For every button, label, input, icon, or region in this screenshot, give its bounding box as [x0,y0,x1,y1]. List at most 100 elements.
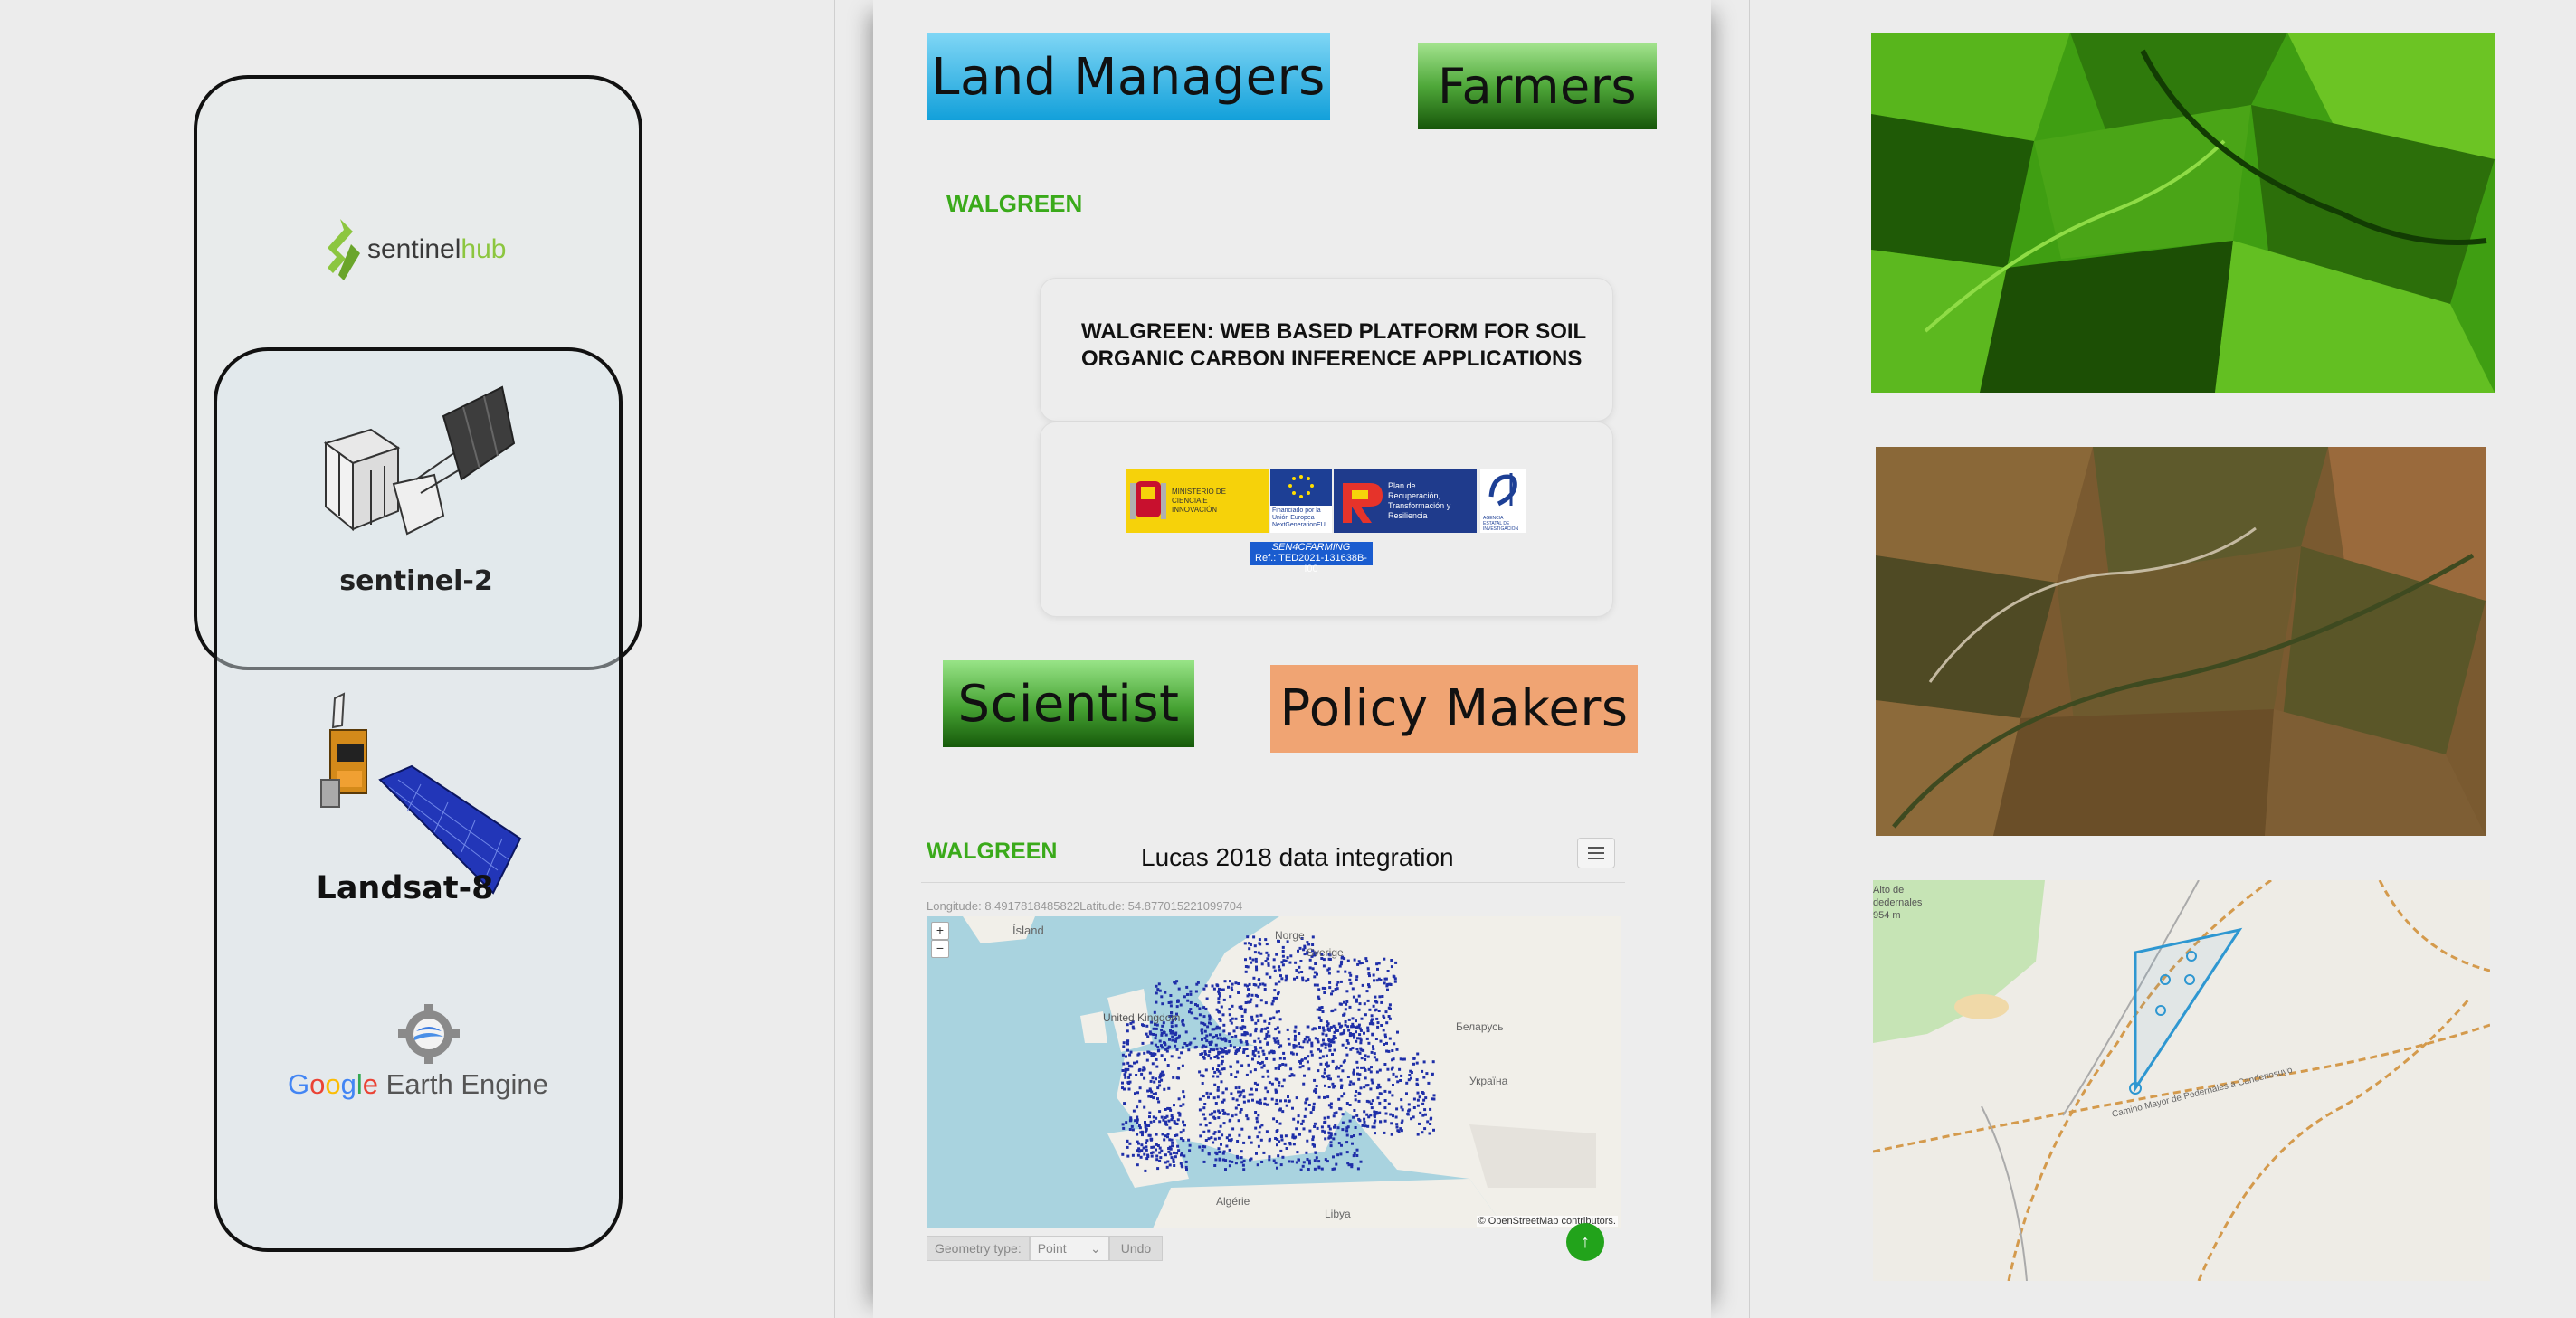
sample-point [1272,1057,1276,1061]
sample-point [1228,1040,1231,1043]
sample-point [1358,1051,1362,1055]
sample-point [1158,1039,1162,1043]
sample-point [1251,1098,1254,1102]
sample-point [1213,1137,1217,1141]
sample-point [1374,1132,1376,1135]
sample-point [1138,1067,1142,1071]
sample-point [1355,1019,1357,1023]
walgreen-brand-app[interactable]: WALGREEN [927,839,1057,865]
sample-point [1259,982,1261,986]
sample-point [1240,1033,1244,1037]
sample-point [1245,1032,1249,1036]
sample-point [1278,1046,1281,1049]
sample-point [1302,1161,1306,1164]
sentinelhub-hub-text: hub [461,234,507,264]
sample-point [1248,1093,1251,1096]
sample-point [1285,1147,1288,1150]
sample-point [1395,1048,1399,1051]
hamburger-menu-button[interactable] [1577,838,1615,868]
sample-point [1352,1115,1355,1119]
geometry-type-select[interactable]: Point ⌄ [1029,1236,1109,1261]
sample-point [1308,1162,1311,1165]
sample-point [1345,1141,1349,1144]
sample-point [1186,993,1189,996]
sample-point [1384,1036,1387,1039]
sample-point [1265,1032,1269,1036]
sample-point [1157,982,1161,986]
sample-point [1121,1123,1125,1126]
sample-point [1216,1037,1220,1040]
sample-point [1155,1057,1158,1061]
sample-point [1424,1096,1428,1100]
sample-point [1284,1063,1288,1067]
sample-point [1189,1041,1193,1045]
sample-point [1237,1119,1240,1123]
sample-point [1298,1042,1300,1046]
sample-point [1391,1058,1394,1062]
sample-point [1202,1130,1206,1133]
sample-point [1245,1048,1249,1050]
sample-point [1274,1090,1278,1094]
sample-point [1181,1019,1184,1023]
undo-button[interactable]: Undo [1108,1236,1164,1261]
sample-point [1348,978,1352,981]
sample-point [1156,1086,1160,1090]
sample-point [1234,1086,1238,1090]
sample-point [1245,1073,1249,1076]
zoom-out-button[interactable]: − [931,940,949,958]
ministerio-text: MINISTERIO DE CIENCIA E INNOVACIÓN [1172,488,1227,514]
sample-point [1275,1120,1278,1123]
sample-point [1223,980,1227,983]
sample-point [1131,1128,1135,1132]
sample-point [1311,1108,1315,1111]
sample-point [1123,1087,1126,1091]
map-attribution[interactable]: © OpenStreetMap contributors. [1476,1216,1618,1227]
zoom-in-button[interactable]: + [931,922,949,940]
sample-point [1164,1123,1168,1126]
sample-point [1274,1028,1278,1031]
sample-point [1158,1120,1162,1124]
sample-point [1250,1019,1254,1022]
sample-point [1398,1067,1402,1071]
sample-point [1307,1168,1310,1171]
sample-point [1204,1139,1208,1142]
sample-point [1384,977,1388,981]
sample-point [1194,990,1198,993]
sample-point [1392,1072,1395,1076]
sample-point [1379,1039,1383,1043]
walgreen-brand-top[interactable]: WALGREEN [946,190,1082,218]
sample-point [1324,987,1327,990]
sample-point [1277,1041,1280,1045]
sample-point [1177,987,1181,991]
sample-point [1204,1068,1208,1072]
sample-point [1231,1036,1234,1038]
sample-point [1267,953,1270,957]
sample-point [1272,1049,1276,1053]
field-boundary-map[interactable]: Alto de dedernales 954 m Camino Mayor de… [1873,880,2490,1281]
sample-point [1155,1033,1157,1037]
sample-point [1255,1004,1259,1008]
sample-point [1160,1115,1164,1119]
sample-point [1281,1110,1285,1114]
sample-point [1344,970,1347,973]
sample-point [1364,1057,1367,1061]
map-label-island: Ísland [1012,924,1044,937]
scroll-to-top-button[interactable]: ↑ [1566,1223,1604,1261]
sample-point [1150,1041,1154,1045]
sample-point [1133,1061,1136,1065]
sample-point [1136,1153,1140,1157]
sample-point [1366,1055,1370,1058]
europe-map[interactable]: Ísland Norge Sverige United Kingdom Бела… [927,916,1621,1228]
sample-point [1219,1124,1222,1128]
sample-point [1373,1122,1376,1125]
sample-point [1252,983,1256,986]
sample-point [1355,1060,1359,1064]
sample-point [1358,1133,1362,1136]
sample-point [1224,1087,1228,1091]
sample-point [1390,1133,1393,1136]
sample-point [1230,1138,1233,1142]
sample-point [1221,1109,1225,1112]
sample-point [1306,1025,1309,1029]
sample-point [1242,1168,1246,1171]
sample-point [1328,981,1332,984]
